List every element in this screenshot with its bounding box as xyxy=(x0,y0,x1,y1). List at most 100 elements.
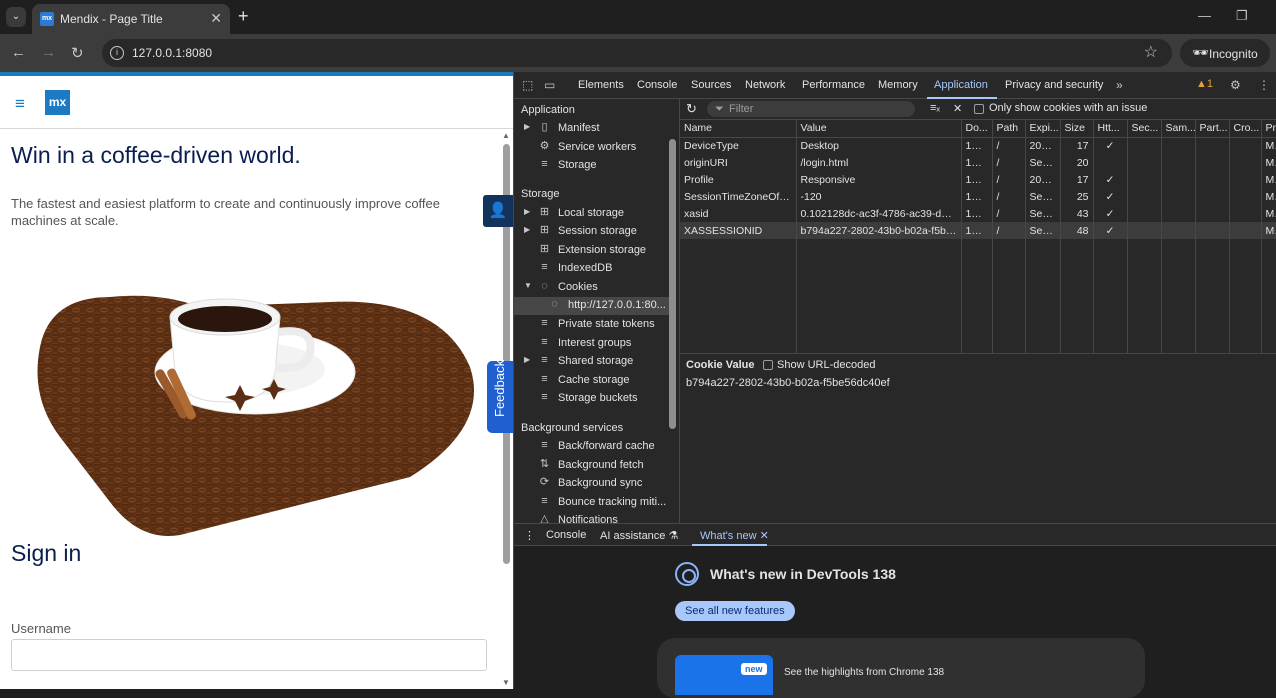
col-expires[interactable]: Expi... xyxy=(1025,120,1061,138)
user-support-icon[interactable]: 👤 xyxy=(483,195,513,227)
more-tabs-icon[interactable]: » xyxy=(1116,78,1123,92)
forward-icon[interactable]: → xyxy=(41,44,56,61)
filter-icon: ⏷ xyxy=(715,103,724,115)
scroll-down-icon[interactable]: ▼ xyxy=(502,678,510,687)
table-row[interactable]: Profile Responsive 127..../202... 17 ✓ M xyxy=(680,171,1276,188)
minimize-icon[interactable]: — xyxy=(1198,8,1211,23)
tab-performance[interactable]: Performance xyxy=(802,79,865,91)
sidebar-item-interest-groups[interactable]: ≡ Interest groups xyxy=(514,335,669,353)
sidebar-item-local-storage[interactable]: ▶ ⊞ Local storage xyxy=(514,205,669,223)
site-info-icon[interactable]: i xyxy=(110,46,124,60)
feedback-button[interactable]: Feedback xyxy=(487,360,513,433)
sidebar-item-storage[interactable]: ≡ Storage xyxy=(514,157,669,175)
sidebar-item-background-sync[interactable]: ⟳ Background sync xyxy=(514,475,669,493)
col-value[interactable]: Value xyxy=(796,120,962,138)
table-icon: ⊞ xyxy=(539,206,550,218)
cell-expires: Sess... xyxy=(1025,205,1061,222)
cell-size: 20 xyxy=(1060,154,1094,171)
scroll-up-icon[interactable]: ▲ xyxy=(502,131,510,140)
table-row[interactable]: SessionTimeZoneOffset -120 127.... / Sess...… xyxy=(680,188,1276,205)
menu-icon[interactable]: ≡ xyxy=(15,94,25,114)
new-tab-button[interactable]: + xyxy=(238,6,249,27)
table-row-selected[interactable]: XASSESSIONID b794a227-2802-43b0-b02a-f5be… xyxy=(680,222,1276,239)
see-all-features-button[interactable]: See all new features xyxy=(675,601,795,621)
sidebar-item-shared-storage[interactable]: ▶ ≡ Shared storage xyxy=(514,353,669,371)
cell-httponly: ✓ xyxy=(1093,222,1128,239)
drawer-tab-ai-assistance[interactable]: AI assistance ⚗ xyxy=(600,529,678,542)
hero-subtitle: The fastest and easiest platform to crea… xyxy=(11,196,440,228)
file-icon: ▯ xyxy=(541,121,548,133)
sidebar-item-cache-storage[interactable]: ≡ Cache storage xyxy=(514,372,669,390)
tab-memory[interactable]: Memory xyxy=(878,79,918,91)
browser-tab[interactable]: mx Mendix - Page Title ✕ xyxy=(32,4,230,34)
delete-cookie-icon[interactable]: ✕ xyxy=(953,102,962,115)
sidebar-item-session-storage[interactable]: ▶ ⊞ Session storage xyxy=(514,223,669,241)
restore-icon[interactable]: ❐ xyxy=(1236,8,1248,24)
sidebar-item-bfcache[interactable]: ≡ Back/forward cache xyxy=(514,438,669,456)
omnibox[interactable]: i 127.0.0.1:8080 ☆ xyxy=(102,39,1172,67)
clear-filtered-icon[interactable]: ≡ₓ xyxy=(930,102,940,114)
sidebar-item-storage-buckets[interactable]: ≡ Storage buckets xyxy=(514,390,669,408)
settings-gear-icon[interactable]: ⚙ xyxy=(1230,78,1241,92)
tab-search-button[interactable]: ⌄ xyxy=(6,7,26,27)
drawer-tab-console[interactable]: Console xyxy=(546,529,586,541)
sidebar-item-bounce-tracking[interactable]: ≡ Bounce tracking miti... xyxy=(514,494,669,512)
more-options-icon[interactable]: ⋮ xyxy=(1258,78,1270,92)
cell-priority: M xyxy=(1261,171,1276,188)
sidebar-item-extension-storage[interactable]: ⊞ Extension storage xyxy=(514,242,669,260)
back-icon[interactable]: ← xyxy=(11,44,26,61)
tab-console[interactable]: Console xyxy=(637,79,677,91)
url-text[interactable]: 127.0.0.1:8080 xyxy=(132,46,212,60)
warning-badge[interactable]: ▲1 xyxy=(1196,78,1213,90)
drawer-tab-whats-new[interactable]: What's new ✕ xyxy=(700,529,769,542)
col-size[interactable]: Size xyxy=(1060,120,1094,138)
tab-elements[interactable]: Elements xyxy=(578,79,624,91)
reload-icon[interactable]: ↻ xyxy=(71,44,84,62)
col-priority[interactable]: Pr xyxy=(1261,120,1276,138)
only-issues-checkbox[interactable] xyxy=(974,104,984,114)
sidebar-item-cookie-origin[interactable]: ◌ http://127.0.0.1:80... xyxy=(514,297,669,315)
col-httponly[interactable]: Htt... xyxy=(1093,120,1128,138)
col-secure[interactable]: Sec... xyxy=(1127,120,1162,138)
url-decoded-checkbox[interactable] xyxy=(763,360,773,370)
tab-network[interactable]: Network xyxy=(745,79,785,91)
col-path[interactable]: Path xyxy=(992,120,1026,138)
tab-application[interactable]: Application xyxy=(934,79,988,91)
sidebar-item-indexeddb[interactable]: ≡ IndexedDB xyxy=(514,260,669,278)
highlights-card[interactable]: new See the highlights from Chrome 138 xyxy=(657,638,1145,698)
col-cross-site[interactable]: Cro... xyxy=(1229,120,1262,138)
username-input[interactable] xyxy=(11,639,487,671)
refresh-icon[interactable]: ↻ xyxy=(686,101,697,117)
bookmark-star-icon[interactable]: ☆ xyxy=(1144,42,1158,62)
close-tab-icon[interactable]: ✕ xyxy=(210,10,222,27)
col-name[interactable]: Name xyxy=(680,120,797,138)
inspect-element-icon[interactable]: ⬚ xyxy=(522,78,533,92)
cookies-table: Name Value Do... Path Expi... Size Htt..… xyxy=(680,120,1276,239)
table-row[interactable]: DeviceType Desktop 127..../202... 17 ✓ M xyxy=(680,137,1276,154)
cookie-value-text[interactable]: b794a227-2802-43b0-b02a-f5be56dc40ef xyxy=(686,377,890,389)
cell-name: XASSESSIONID xyxy=(680,222,797,239)
col-samesite[interactable]: Sam... xyxy=(1161,120,1196,138)
database-icon: ≡ xyxy=(541,336,548,348)
sidebar-item-cookies[interactable]: ▼ ◌ Cookies xyxy=(514,279,669,297)
tab-privacy-security[interactable]: Privacy and security xyxy=(1005,79,1103,91)
highlights-text: See the highlights from Chrome 138 xyxy=(784,667,945,678)
sidebar-item-background-fetch[interactable]: ⇅ Background fetch xyxy=(514,457,669,475)
drawer-menu-icon[interactable]: ⋮ xyxy=(524,529,535,542)
mendix-logo[interactable]: mx xyxy=(45,90,70,115)
application-sidebar: Application ▶ ▯ Manifest ⚙ Service workers … xyxy=(514,99,680,523)
tab-sources[interactable]: Sources xyxy=(691,79,731,91)
device-toolbar-icon[interactable]: ▭ xyxy=(544,78,555,92)
sidebar-scrollbar[interactable] xyxy=(669,139,676,429)
table-row[interactable]: originURI/login.html 127.... / Sess... 20 M xyxy=(680,154,1276,171)
col-partition[interactable]: Part... xyxy=(1195,120,1230,138)
sidebar-item-manifest[interactable]: ▶ ▯ Manifest xyxy=(514,120,669,138)
sidebar-item-private-state-tokens[interactable]: ≡ Private state tokens xyxy=(514,316,669,334)
col-domain[interactable]: Do... xyxy=(961,120,993,138)
database-icon: ≡ xyxy=(541,158,548,170)
table-row[interactable]: xasid 0.102128dc-ac3f-4786-ac39-dba... 127… xyxy=(680,205,1276,222)
incognito-badge[interactable]: 🕶 Incognito xyxy=(1180,39,1270,67)
cookie-filter-input[interactable]: ⏷ Filter xyxy=(707,101,915,117)
sidebar-item-service-workers[interactable]: ⚙ Service workers xyxy=(514,139,669,157)
sidebar-item-notifications[interactable]: △ Notifications xyxy=(514,512,669,523)
